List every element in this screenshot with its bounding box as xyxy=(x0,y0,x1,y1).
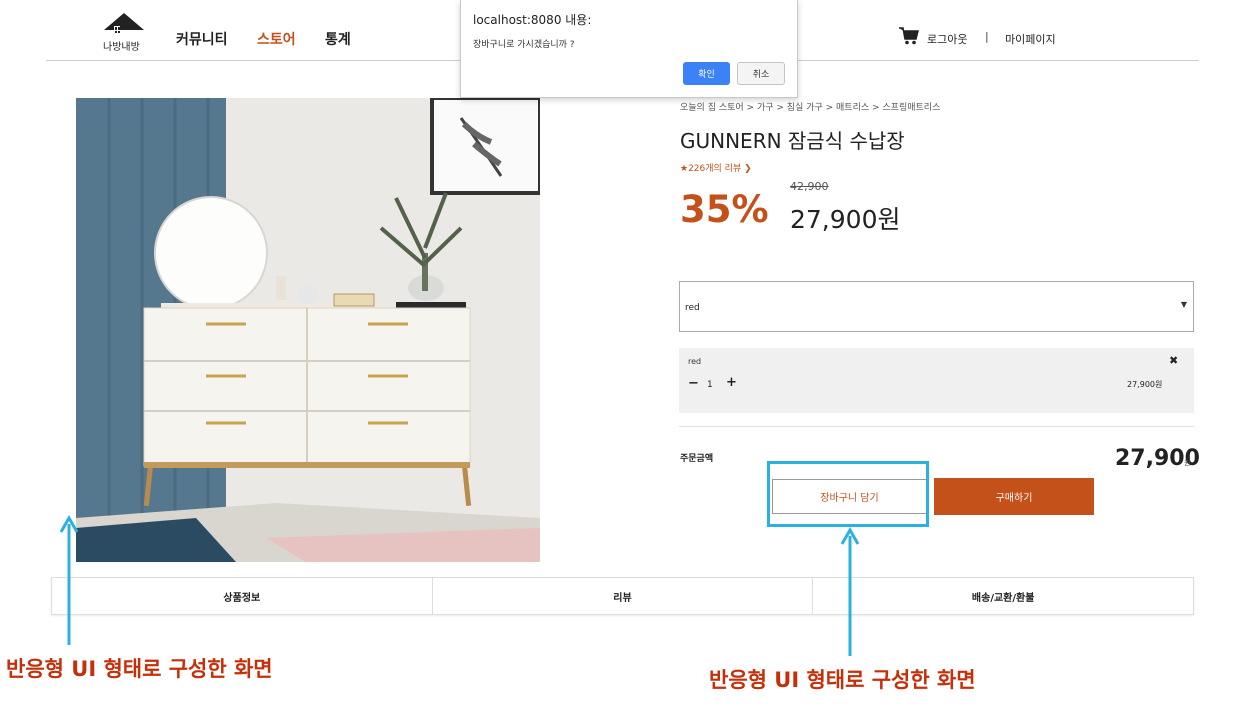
annotation-left: 반응형 UI 형태로 구성한 화면 xyxy=(6,657,273,681)
annotation-right: 반응형 UI 형태로 구성한 화면 xyxy=(709,668,976,692)
annotation-arrows xyxy=(59,514,860,656)
